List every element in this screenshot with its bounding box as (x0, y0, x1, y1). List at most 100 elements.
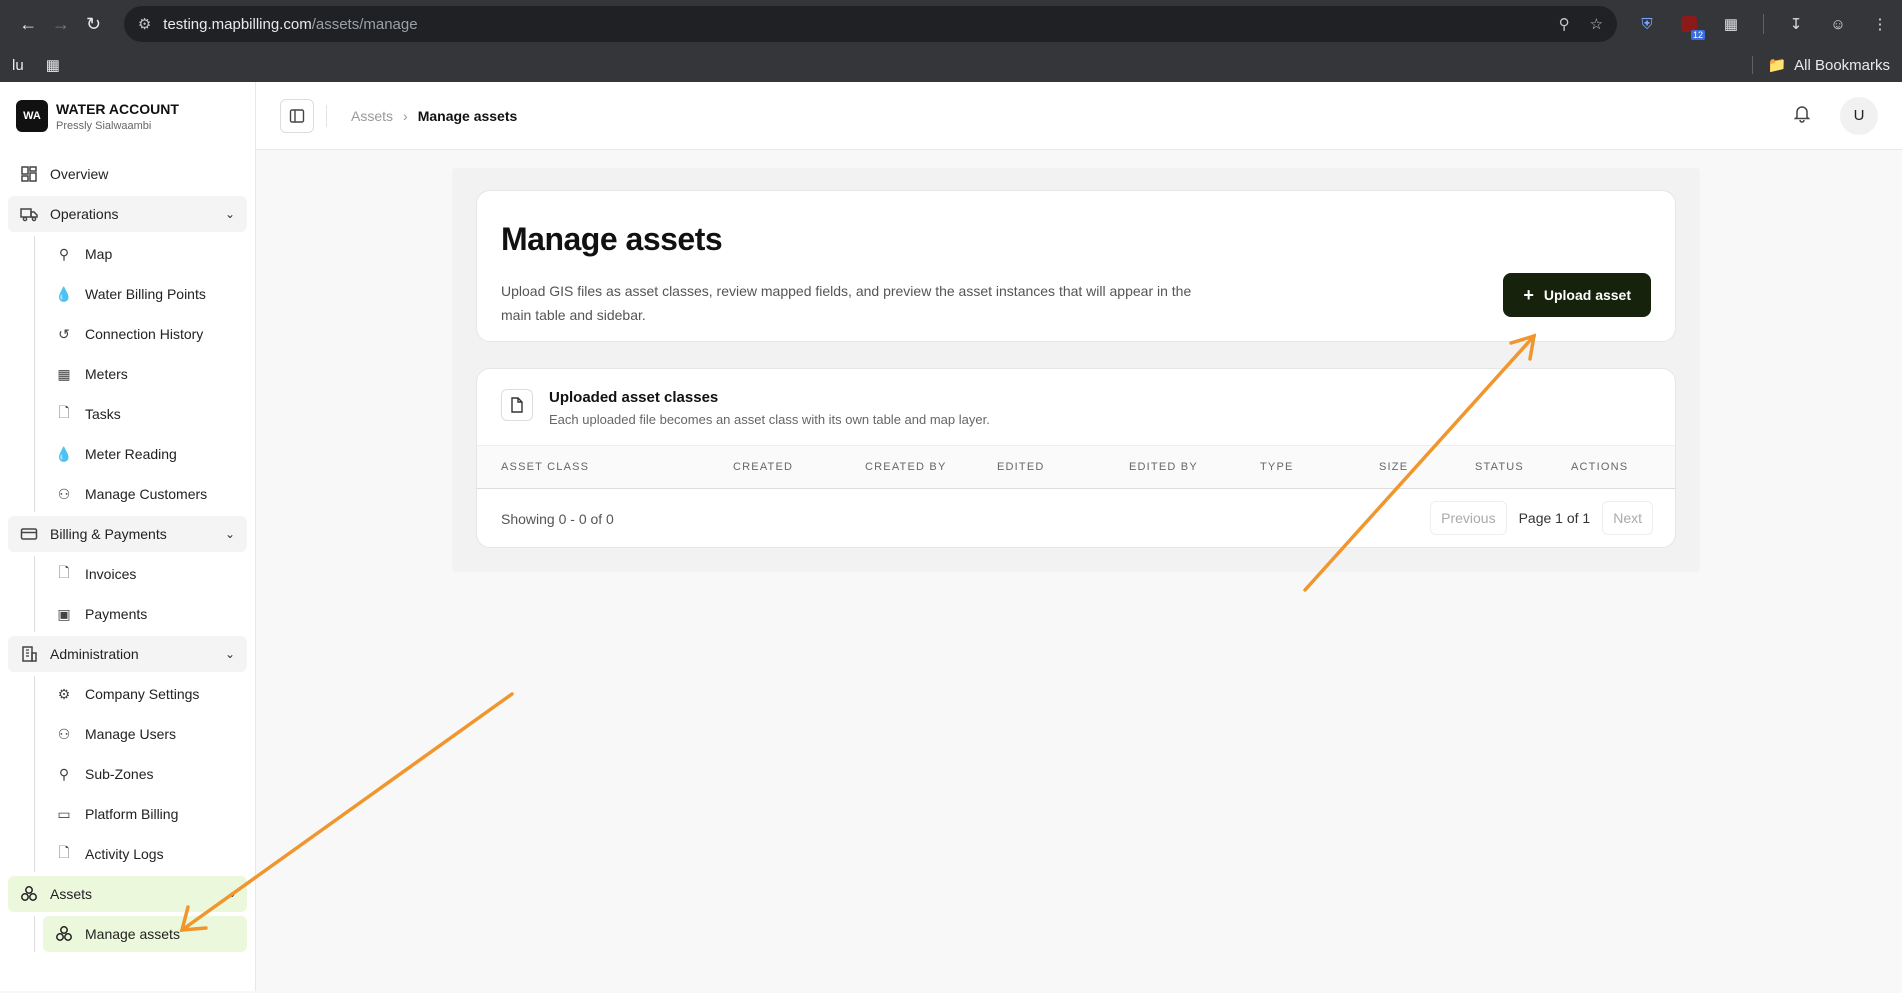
pagination: Previous Page 1 of 1 Next (1430, 501, 1653, 535)
sidebar-item-map[interactable]: ⚲ Map (43, 236, 247, 272)
column-header[interactable]: EDITED BY (1129, 461, 1198, 473)
sidebar-item-activity-logs[interactable]: 🗋 Activity Logs (43, 836, 247, 872)
sidebar-item-sub-zones[interactable]: ⚲ Sub-Zones (43, 756, 247, 792)
credit-card-icon: ▭ (57, 805, 71, 822)
next-page-button[interactable]: Next (1602, 501, 1653, 535)
brand-logo: WA (16, 100, 48, 132)
back-icon[interactable]: ← (12, 7, 45, 41)
billing-submenu: 🗋 Invoices ▣ Payments (34, 556, 247, 632)
address-bar[interactable]: ⚙ testing.mapbilling.com/assets/manage ⚲… (123, 6, 1618, 42)
app-root: WA WATER ACCOUNT Pressly Sialwaambi Over… (0, 82, 1902, 991)
sidebar-item-label: Sub-Zones (85, 766, 154, 782)
upload-asset-button[interactable]: + Upload asset (1503, 273, 1651, 317)
sidebar-item-label: Manage Users (85, 726, 177, 742)
profile-icon[interactable]: ☺ (1828, 14, 1848, 34)
cubes-icon (20, 885, 38, 903)
users-icon: ⚇ (57, 725, 71, 742)
column-header[interactable]: STATUS (1475, 461, 1524, 473)
calendar-badge: 12 (1691, 30, 1706, 40)
shield-extension-icon[interactable]: ⛨ (1637, 14, 1657, 34)
column-header[interactable]: ACTIONS (1571, 461, 1628, 473)
column-header[interactable]: TYPE (1260, 461, 1294, 473)
folder-icon: 📁 (1767, 57, 1787, 74)
reload-icon[interactable]: ↻ (77, 7, 110, 41)
sidebar-item-invoices[interactable]: 🗋 Invoices (43, 556, 247, 592)
droplet-icon: 💧 (55, 445, 73, 462)
sidebar-item-tasks[interactable]: 🗋 Tasks (43, 396, 247, 432)
previous-page-button[interactable]: Previous (1430, 501, 1507, 535)
map-pin-person-icon: ⚲ (58, 245, 70, 262)
sidebar-item-manage-customers[interactable]: ⚇ Manage Customers (43, 476, 247, 512)
browser-chrome: ← → ↻ ⚙ testing.mapbilling.com/assets/ma… (0, 0, 1902, 82)
extensions-puzzle-icon[interactable]: ▦ (1721, 14, 1741, 34)
chevron-down-icon: ⌄ (224, 527, 235, 541)
sidebar-group-administration[interactable]: Administration ⌄ (8, 636, 247, 672)
topbar-divider (326, 104, 327, 127)
droplet-icon: 💧 (55, 285, 73, 302)
sidebar-item-platform-billing[interactable]: ▭ Platform Billing (43, 796, 247, 832)
menu-kebab-icon[interactable]: ⋮ (1870, 14, 1890, 34)
bookmark-lu[interactable]: lu (12, 57, 24, 74)
download-icon[interactable]: ↧ (1786, 14, 1806, 34)
url-path: /assets/manage (311, 15, 418, 33)
sidebar-item-manage-users[interactable]: ⚇ Manage Users (43, 716, 247, 752)
bookmarks-bar: lu ▦ 📁 All Bookmarks (0, 48, 1902, 82)
file-icon (501, 389, 533, 421)
operations-submenu: ⚲ Map 💧 Water Billing Points ↺ Connection H… (34, 236, 247, 512)
bookmark-star-icon[interactable]: ☆ (1590, 15, 1603, 33)
sidebar-item-manage-assets[interactable]: Manage assets (43, 916, 247, 952)
table-footer: Showing 0 - 0 of 0 Previous Page 1 of 1 … (477, 489, 1675, 547)
sidebar-item-meters[interactable]: ▦ Meters (43, 356, 247, 392)
brand-user: Pressly Sialwaambi (56, 119, 152, 132)
sidebar-group-label: Administration (50, 646, 139, 662)
assets-submenu: Manage assets (34, 916, 247, 952)
document-icon: 🗋 (58, 404, 70, 420)
banknote-icon: ▣ (57, 605, 71, 622)
forward-icon[interactable]: → (45, 7, 78, 41)
brand[interactable]: WA WATER ACCOUNT Pressly Sialwaambi (0, 82, 255, 150)
panel-left-icon (289, 108, 305, 123)
column-header[interactable]: ASSET CLASS (501, 461, 589, 473)
column-header[interactable]: EDITED (997, 461, 1045, 473)
column-header[interactable]: CREATED (733, 461, 793, 473)
sidebar-item-payments[interactable]: ▣ Payments (43, 596, 247, 632)
bell-icon[interactable] (1792, 103, 1812, 128)
table-grid-icon: ▦ (57, 365, 71, 382)
history-icon: ↺ (58, 325, 70, 342)
sidebar-item-label: Connection History (85, 326, 204, 342)
apps-grid-icon[interactable]: ▦ (46, 56, 60, 74)
sidebar-item-label: Map (85, 246, 113, 262)
sidebar: WA WATER ACCOUNT Pressly Sialwaambi Over… (0, 82, 256, 991)
sidebar-group-billing[interactable]: Billing & Payments ⌄ (8, 516, 247, 552)
building-icon (20, 645, 38, 663)
site-info-icon[interactable]: ⚙ (138, 15, 151, 33)
all-bookmarks[interactable]: All Bookmarks (1794, 57, 1890, 74)
chevron-down-icon: ⌄ (224, 647, 235, 661)
sidebar-item-company-settings[interactable]: ⚙ Company Settings (43, 676, 247, 712)
sidebar-item-overview[interactable]: Overview (8, 156, 247, 192)
section-subtitle: Each uploaded file becomes an asset clas… (549, 412, 990, 427)
sidebar-item-connection-history[interactable]: ↺ Connection History (43, 316, 247, 352)
map-pin-icon: ⚲ (58, 765, 70, 782)
sidebar-item-label: Payments (85, 606, 148, 622)
dashboard-icon (20, 165, 38, 183)
sidebar-toggle-button[interactable] (280, 98, 314, 133)
gear-icon: ⚙ (57, 685, 71, 702)
sidebar-item-meter-reading[interactable]: 💧 Meter Reading (43, 436, 247, 472)
column-header[interactable]: CREATED BY (865, 461, 946, 473)
calendar-extension-icon[interactable]: 12 (1679, 14, 1706, 40)
sidebar-group-operations[interactable]: Operations ⌄ (8, 196, 247, 232)
sidebar-item-label: Tasks (85, 406, 121, 422)
avatar[interactable]: U (1840, 96, 1878, 135)
url-host: testing.mapbilling.com (163, 15, 312, 33)
breadcrumb-assets[interactable]: Assets (351, 108, 393, 124)
sidebar-group-assets[interactable]: Assets › (8, 876, 247, 912)
column-header[interactable]: SIZE (1379, 461, 1408, 473)
breadcrumb-current: Manage assets (417, 107, 518, 124)
cubes-icon (55, 925, 73, 943)
page-description: Upload GIS files as asset classes, revie… (501, 283, 1192, 323)
chevron-right-icon: › (403, 107, 408, 124)
location-icon[interactable]: ⚲ (1559, 15, 1570, 33)
sidebar-item-water-billing-points[interactable]: 💧 Water Billing Points (43, 276, 247, 312)
users-icon: ⚇ (57, 485, 71, 502)
